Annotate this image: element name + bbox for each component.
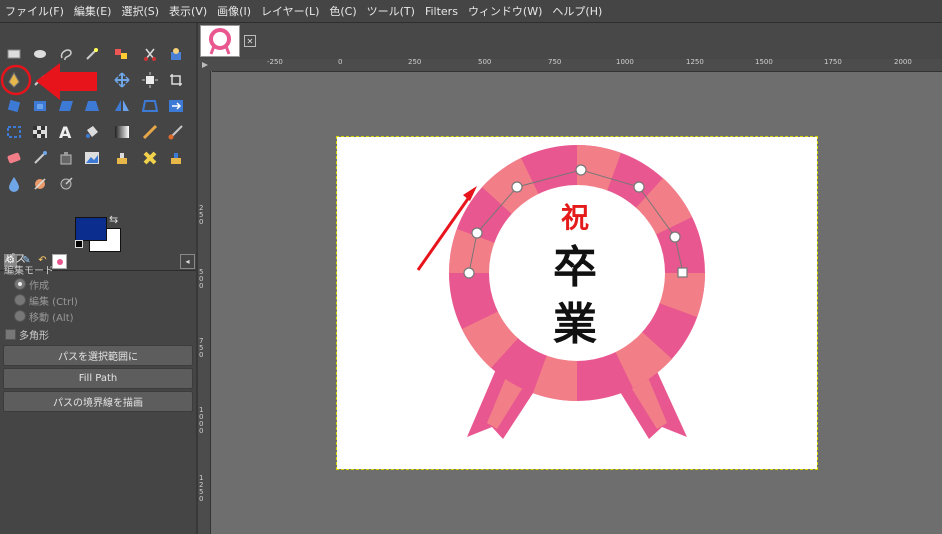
big-red-arrow xyxy=(36,63,97,100)
thin-red-arrow-head xyxy=(463,186,477,201)
annotation-overlay xyxy=(0,63,477,271)
tool-highlight-circle xyxy=(0,64,32,96)
thin-red-arrow-line xyxy=(416,192,474,271)
